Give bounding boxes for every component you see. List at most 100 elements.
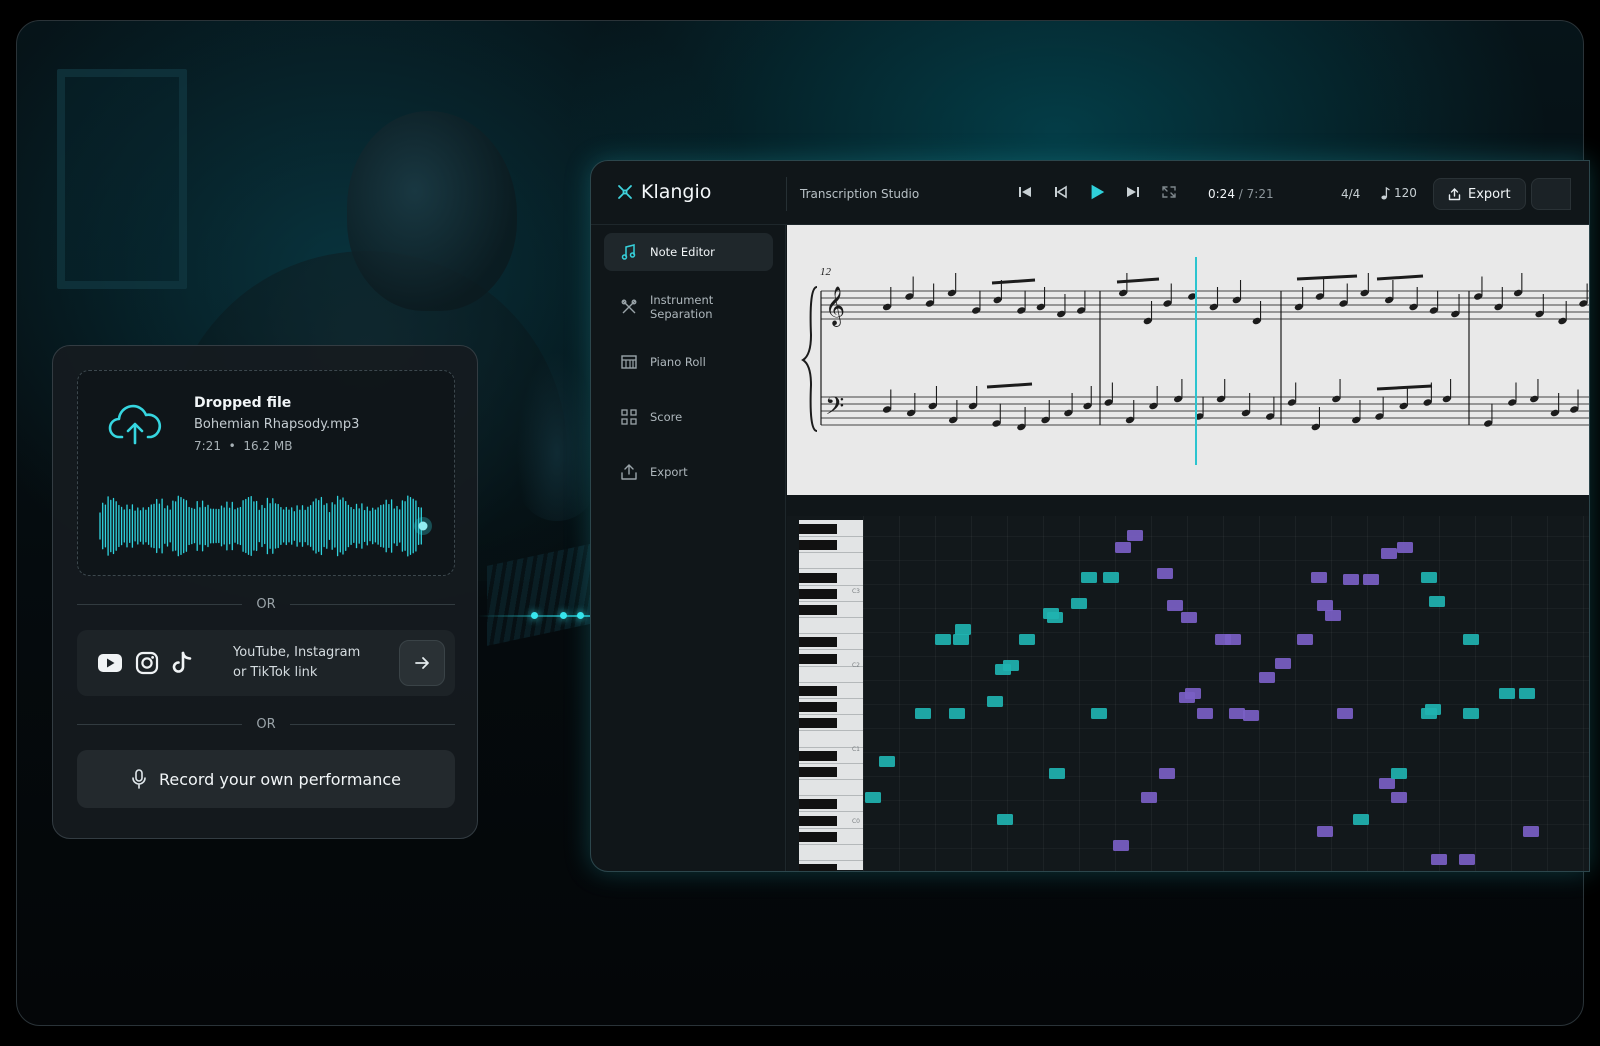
- piano-roll-note[interactable]: [997, 814, 1013, 825]
- black-key[interactable]: [799, 686, 837, 696]
- black-key[interactable]: [799, 831, 837, 842]
- piano-roll-note[interactable]: [1179, 692, 1195, 703]
- black-key[interactable]: [799, 540, 837, 551]
- piano-roll-note[interactable]: [1381, 548, 1397, 559]
- piano-roll-note[interactable]: [1431, 854, 1447, 865]
- piano-roll-note[interactable]: [1047, 612, 1063, 623]
- black-key[interactable]: [799, 653, 837, 664]
- sidebar-item-score[interactable]: Score: [604, 398, 773, 436]
- piano-roll-note[interactable]: [1391, 792, 1407, 803]
- piano-roll-note[interactable]: [1379, 778, 1395, 789]
- time-signature[interactable]: 4/4: [1341, 187, 1360, 201]
- piano-roll-note[interactable]: [1243, 710, 1259, 721]
- piano-roll-note[interactable]: [1157, 568, 1173, 579]
- social-link-line1: YouTube, Instagram: [233, 645, 361, 660]
- piano-roll-note[interactable]: [1019, 634, 1035, 645]
- piano-roll-note[interactable]: [1159, 768, 1175, 779]
- piano-roll-note[interactable]: [1397, 542, 1413, 553]
- piano-roll-note[interactable]: [1081, 572, 1097, 583]
- black-key[interactable]: [799, 750, 837, 761]
- next-button[interactable]: [1124, 183, 1142, 201]
- piano-roll-note[interactable]: [1421, 572, 1437, 583]
- piano-roll-note[interactable]: [865, 792, 881, 803]
- sidebar-item-instrument-separation[interactable]: Instrument Separation: [604, 288, 773, 326]
- treble-clef: 𝄞: [825, 286, 845, 327]
- piano-roll-note[interactable]: [1463, 634, 1479, 645]
- piano-roll-note[interactable]: [1363, 574, 1379, 585]
- piano-roll-note[interactable]: [1459, 854, 1475, 865]
- piano-roll-note[interactable]: [1463, 708, 1479, 719]
- piano-roll-note[interactable]: [1071, 598, 1087, 609]
- skip-to-start-button[interactable]: [1016, 183, 1034, 201]
- previous-button[interactable]: [1052, 183, 1070, 201]
- piano-roll-note[interactable]: [1167, 600, 1183, 611]
- piano-roll-note[interactable]: [1317, 826, 1333, 837]
- loop-button[interactable]: [1160, 183, 1178, 201]
- piano-roll-note[interactable]: [1421, 708, 1437, 719]
- piano-roll-note[interactable]: [1103, 572, 1119, 583]
- piano-roll-note[interactable]: [1343, 574, 1359, 585]
- piano-roll-note[interactable]: [1275, 658, 1291, 669]
- piano-roll-note[interactable]: [1259, 672, 1275, 683]
- piano-roll-note[interactable]: [995, 664, 1011, 675]
- playhead-glow: [414, 517, 432, 535]
- black-key[interactable]: [799, 864, 837, 871]
- file-drop-zone[interactable]: Dropped file Bohemian Rhapsody.mp3 7:21 …: [77, 370, 455, 576]
- piano-roll-note[interactable]: [1049, 768, 1065, 779]
- piano-roll-note[interactable]: [1519, 688, 1535, 699]
- piano-roll-note[interactable]: [987, 696, 1003, 707]
- piano-roll-note[interactable]: [915, 708, 931, 719]
- black-key[interactable]: [799, 767, 837, 777]
- piano-roll-note[interactable]: [1127, 530, 1143, 541]
- black-key[interactable]: [799, 718, 837, 729]
- black-key[interactable]: [799, 799, 837, 810]
- more-button[interactable]: [1531, 178, 1571, 210]
- sheet-music-view[interactable]: 12 𝄞 𝄢: [787, 225, 1589, 495]
- piano-roll-view[interactable]: C3 C2 C1 C0: [787, 516, 1589, 871]
- white-key-divider: [799, 779, 863, 780]
- piano-roll-note[interactable]: [879, 756, 895, 767]
- black-key[interactable]: [799, 815, 837, 826]
- piano-roll-note[interactable]: [1115, 542, 1131, 553]
- black-key[interactable]: [799, 637, 837, 648]
- piano-roll-note[interactable]: [1197, 708, 1213, 719]
- black-key[interactable]: [799, 588, 837, 599]
- piano-roll-note[interactable]: [953, 634, 969, 645]
- tempo-control[interactable]: 120: [1381, 186, 1417, 200]
- piano-roll-note[interactable]: [1113, 840, 1129, 851]
- piano-roll-note[interactable]: [935, 634, 951, 645]
- piano-roll-note[interactable]: [1337, 708, 1353, 719]
- sidebar-item-note-editor[interactable]: Note Editor: [604, 233, 773, 271]
- piano-roll-note[interactable]: [1391, 768, 1407, 779]
- piano-roll-note[interactable]: [1325, 610, 1341, 621]
- piano-roll-note[interactable]: [955, 624, 971, 635]
- piano-roll-note[interactable]: [1229, 708, 1245, 719]
- social-link-input[interactable]: YouTube, Instagram or TikTok link: [77, 630, 455, 696]
- black-key[interactable]: [799, 572, 837, 583]
- submit-link-button[interactable]: [399, 640, 445, 686]
- piano-roll-note[interactable]: [1523, 826, 1539, 837]
- meta-separator: •: [228, 439, 236, 453]
- black-key[interactable]: [799, 702, 837, 713]
- piano-roll-note[interactable]: [1317, 600, 1333, 611]
- black-key[interactable]: [799, 605, 837, 615]
- sidebar-item-export[interactable]: Export: [604, 453, 773, 491]
- top-bar: Klangio Transcription Studio 0:24 / 7:21: [591, 161, 1589, 225]
- piano-roll-note[interactable]: [1141, 792, 1157, 803]
- piano-roll-note[interactable]: [1353, 814, 1369, 825]
- piano-roll-note[interactable]: [949, 708, 965, 719]
- piano-roll-note[interactable]: [1311, 572, 1327, 583]
- piano-roll-note[interactable]: [1297, 634, 1313, 645]
- piano-roll-note[interactable]: [1181, 612, 1197, 623]
- piano-roll-note[interactable]: [1429, 596, 1445, 607]
- piano-roll-note[interactable]: [1091, 708, 1107, 719]
- export-button[interactable]: Export: [1433, 178, 1526, 210]
- brand-logo[interactable]: Klangio: [617, 181, 711, 203]
- sidebar-item-piano-roll[interactable]: Piano Roll: [604, 343, 773, 381]
- piano-roll-note[interactable]: [1499, 688, 1515, 699]
- play-button[interactable]: [1088, 183, 1106, 201]
- black-key[interactable]: [799, 524, 837, 534]
- piano-roll-note[interactable]: [1225, 634, 1241, 645]
- record-performance-button[interactable]: Record your own performance: [77, 750, 455, 808]
- background-person-head: [347, 111, 517, 311]
